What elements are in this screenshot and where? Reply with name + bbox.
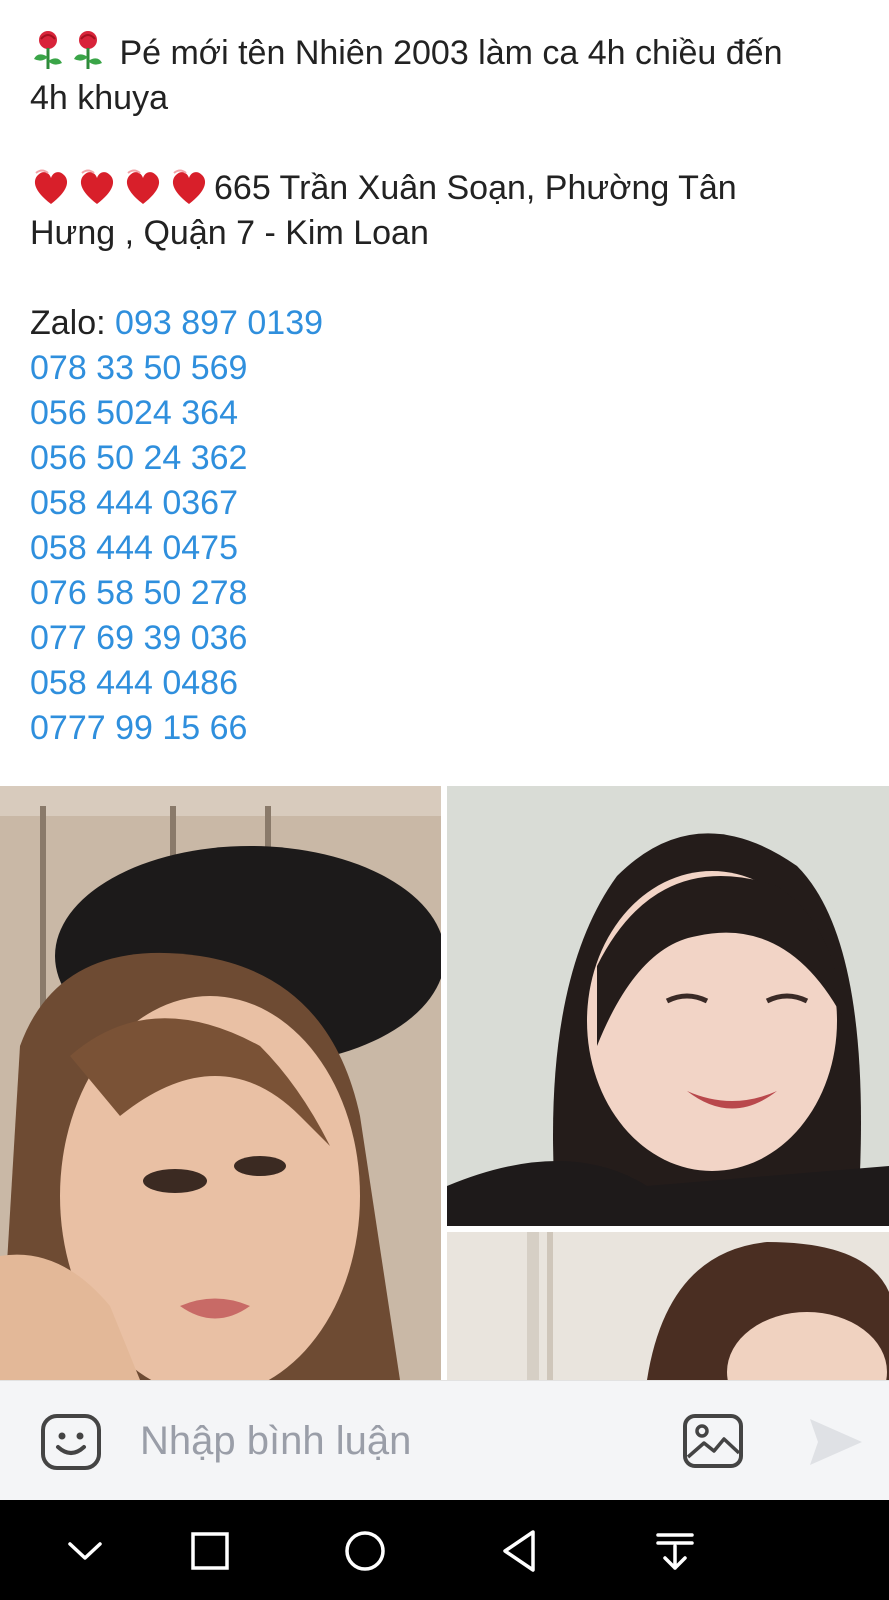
gallery-photo-3[interactable] (447, 1232, 889, 1380)
portrait-photo (447, 1232, 889, 1380)
address-line: 665 Trần Xuân Soạn, Phường Tân (30, 166, 870, 211)
zalo-line: Zalo: 093 897 0139 (30, 301, 870, 346)
rose-icon (74, 31, 102, 69)
smiley-icon[interactable] (40, 1413, 102, 1471)
phone-link[interactable]: 058 444 0486 (30, 661, 870, 706)
recent-apps-icon[interactable] (185, 1526, 235, 1576)
post-intro-line-2: 4h khuya (30, 79, 168, 117)
phone-link[interactable]: 056 50 24 362 (30, 436, 870, 481)
comment-input[interactable] (140, 1411, 660, 1471)
post-text: Pé mới tên Nhiên 2003 làm ca 4h chiều đế… (30, 30, 870, 751)
heart-icon (80, 169, 114, 204)
phone-link[interactable]: 076 58 50 278 (30, 571, 870, 616)
zalo-label: Zalo: (30, 304, 116, 342)
phone-link[interactable]: 058 444 0475 (30, 526, 870, 571)
photo-gallery (0, 786, 889, 1380)
send-icon[interactable] (806, 1415, 866, 1469)
comment-bar (0, 1380, 889, 1500)
phone-link[interactable]: 056 5024 364 (30, 391, 870, 436)
system-nav-bar (0, 1500, 889, 1600)
gallery-photo-1[interactable] (0, 786, 441, 1380)
rose-icon (34, 31, 62, 69)
portrait-photo (0, 786, 441, 1380)
gallery-photo-2[interactable] (447, 786, 889, 1226)
back-icon[interactable] (495, 1526, 545, 1576)
address-line-2: Hưng , Quận 7 - Kim Loan (30, 214, 429, 252)
heart-icon (172, 169, 206, 204)
heart-icon (34, 169, 68, 204)
phone-link[interactable]: 058 444 0367 (30, 481, 870, 526)
image-icon[interactable] (682, 1413, 744, 1469)
notification-pull-icon[interactable] (650, 1526, 700, 1576)
post-intro-text: Pé mới tên Nhiên 2003 làm ca 4h chiều đế… (119, 34, 783, 72)
home-icon[interactable] (340, 1526, 390, 1576)
phone-link[interactable]: 078 33 50 569 (30, 346, 870, 391)
chevron-down-icon[interactable] (60, 1526, 110, 1576)
phone-link[interactable]: 0777 99 15 66 (30, 706, 870, 751)
phone-link[interactable]: 077 69 39 036 (30, 616, 870, 661)
post-intro-line: Pé mới tên Nhiên 2003 làm ca 4h chiều đế… (30, 30, 870, 76)
address-text: 665 Trần Xuân Soạn, Phường Tân (214, 169, 737, 207)
heart-icon (126, 169, 160, 204)
phone-link[interactable]: 093 897 0139 (115, 304, 323, 342)
portrait-photo (447, 786, 889, 1226)
